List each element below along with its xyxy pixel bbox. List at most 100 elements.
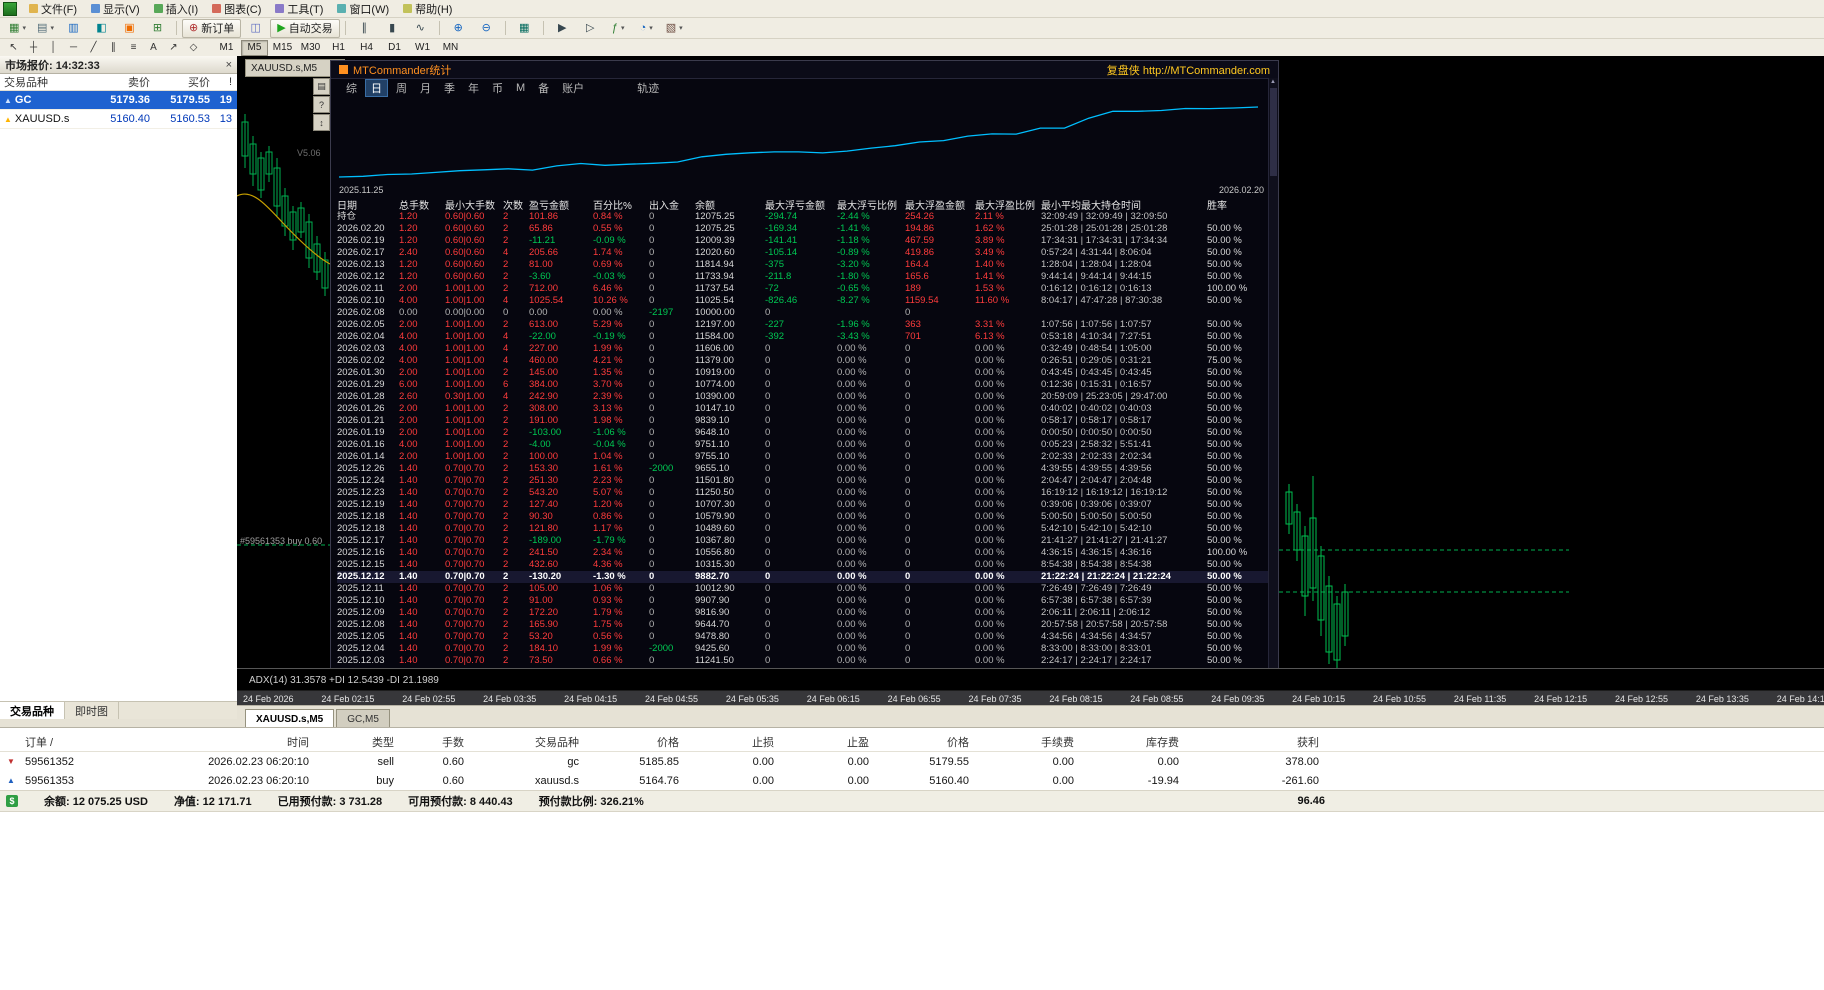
terminal-col-9[interactable]: 价格 <box>875 734 975 750</box>
stats-row[interactable]: 2025.12.03 1.40 0.70|0.70 2 73.50 0.66 % 0 1124… <box>337 655 1271 667</box>
terminal-col-6[interactable]: 价格 <box>585 734 685 750</box>
market-watch-tab-1[interactable]: 交易品种 <box>0 702 65 719</box>
chart-tab-2[interactable]: GC,M5 <box>336 709 390 728</box>
stats-site-link[interactable]: 复盘侠 http://MTCommander.com <box>1107 62 1270 78</box>
data-window-icon[interactable]: ◧ <box>88 19 115 38</box>
timeframe-h1[interactable]: H1 <box>325 40 352 56</box>
stats-col-header-9[interactable]: 最大浮亏金额 <box>765 197 837 212</box>
menu-item-2[interactable]: 显示(V) <box>85 0 146 18</box>
market-watch-col-3[interactable]: 买价 <box>155 74 215 90</box>
terminal-col-12[interactable]: 获利 <box>1185 734 1325 750</box>
terminal-col-10[interactable]: 手续费 <box>975 734 1080 750</box>
timeframe-m1[interactable]: M1 <box>213 40 240 56</box>
stats-row[interactable]: 2026.01.14 2.00 1.00|1.00 2 100.00 1.04 % 0 975… <box>337 451 1271 463</box>
terminal-col-5[interactable]: 交易品种 <box>470 734 585 750</box>
timeframe-m30[interactable]: M30 <box>297 40 324 56</box>
stats-col-header-3[interactable]: 最小大手数 <box>445 197 503 212</box>
timeframe-m5[interactable]: M5 <box>241 39 268 56</box>
stats-row[interactable]: 2026.02.11 2.00 1.00|1.00 2 712.00 6.46 % 0 117… <box>337 283 1271 295</box>
stats-col-header-10[interactable]: 最大浮亏比例 <box>837 197 905 212</box>
scroll-up-icon[interactable]: ▲ <box>1269 78 1277 87</box>
stats-row[interactable]: 2026.01.29 6.00 1.00|1.00 6 384.00 3.70 % 0 107… <box>337 379 1271 391</box>
stats-row[interactable]: 2025.12.26 1.40 0.70|0.70 2 153.30 1.61 % -200… <box>337 463 1271 475</box>
shapes-icon[interactable]: ◇ <box>184 40 203 55</box>
stats-tab-月[interactable]: 月 <box>415 80 436 96</box>
stats-row[interactable]: 2025.12.24 1.40 0.70|0.70 2 251.30 2.23 % 0 115… <box>337 475 1271 487</box>
terminal-col-3[interactable]: 类型 <box>315 734 400 750</box>
stats-row[interactable]: 2025.12.04 1.40 0.70|0.70 2 184.10 1.99 % -200… <box>337 643 1271 655</box>
stats-row[interactable]: 2026.01.19 2.00 1.00|1.00 2 -103.00 -1.06 % 0 9… <box>337 427 1271 439</box>
tile-windows-icon[interactable]: ▦ <box>511 19 538 38</box>
stats-col-header-13[interactable]: 最小平均最大持仓时间 <box>1041 197 1207 212</box>
crosshair-icon[interactable]: ┼ <box>24 40 43 55</box>
stats-row[interactable]: 2026.02.12 1.20 0.60|0.60 2 -3.60 -0.03 % 0 117… <box>337 271 1271 283</box>
terminal-icon[interactable]: ⊞ <box>144 19 171 38</box>
stats-tab-年[interactable]: 年 <box>463 80 484 96</box>
chart-tab-1[interactable]: XAUUSD.s,M5 <box>245 709 335 728</box>
menu-item-1[interactable]: 文件(F) <box>23 0 83 18</box>
stats-row[interactable]: 2025.12.15 1.40 0.70|0.70 2 432.60 4.36 % 0 103… <box>337 559 1271 571</box>
new-order-button[interactable]: ⊕ 新订单 <box>182 18 242 38</box>
stats-col-header-11[interactable]: 最大浮盈金额 <box>905 197 975 212</box>
text-icon[interactable]: A <box>144 40 163 55</box>
stats-row[interactable]: 2025.12.17 1.40 0.70|0.70 2 -189.00 -1.79 % 0 1… <box>337 535 1271 547</box>
stats-col-header-8[interactable]: 余额 <box>695 197 765 212</box>
stats-row[interactable]: 2025.12.11 1.40 0.70|0.70 2 105.00 1.06 % 0 100… <box>337 583 1271 595</box>
stats-col-header-1[interactable]: 日期 <box>337 197 399 212</box>
menu-item-6[interactable]: 窗口(W) <box>331 0 395 18</box>
chart-shift-icon[interactable]: ▷ <box>577 19 604 38</box>
terminal-col-7[interactable]: 止损 <box>685 734 780 750</box>
cursor-icon[interactable]: ↖ <box>4 40 23 55</box>
stats-tab-日[interactable]: 日 <box>365 78 388 97</box>
timeframe-w1[interactable]: W1 <box>409 40 436 56</box>
stats-col-header-6[interactable]: 百分比% <box>593 197 649 212</box>
terminal-col-4[interactable]: 手数 <box>400 734 470 750</box>
terminal-col-8[interactable]: 止盈 <box>780 734 875 750</box>
stats-row[interactable]: 2026.02.19 1.20 0.60|0.60 2 -11.21 -0.09 % 0 12… <box>337 235 1271 247</box>
market-row-gc[interactable]: ▲ GC 5179.36 5179.55 19 <box>0 91 237 110</box>
candlestick-icon[interactable]: ▮ <box>379 19 406 38</box>
stats-row[interactable]: 2026.02.05 2.00 1.00|1.00 2 613.00 5.29 % 0 121… <box>337 319 1271 331</box>
bar-chart-icon[interactable]: ∥ <box>351 19 378 38</box>
terminal-col-2[interactable]: 时间 <box>130 734 315 750</box>
stats-scrollbar-thumb[interactable] <box>1270 88 1277 176</box>
stats-scrollbar[interactable]: ▲ <box>1268 78 1278 669</box>
terminal-col-1[interactable]: 订单 / <box>22 734 130 750</box>
order-row-59561352[interactable]: ▼ 59561352 2026.02.23 06:20:10 sell 0.60 gc 51… <box>0 752 1824 771</box>
timeframe-h4[interactable]: H4 <box>353 40 380 56</box>
metaeditor-icon[interactable]: ◫ <box>242 19 269 38</box>
stats-row[interactable]: 2025.12.19 1.40 0.70|0.70 2 127.40 1.20 % 0 107… <box>337 499 1271 511</box>
stats-row[interactable]: 2025.12.08 1.40 0.70|0.70 2 165.90 1.75 % 0 964… <box>337 619 1271 631</box>
stats-title-bar[interactable]: MTCommander统计 复盘侠 http://MTCommander.com <box>331 61 1278 79</box>
stats-row[interactable]: 2025.12.05 1.40 0.70|0.70 2 53.20 0.56 % 0 9478… <box>337 631 1271 643</box>
profiles-icon[interactable]: ▤ ▾ <box>32 19 59 38</box>
line-chart-icon[interactable]: ∿ <box>407 19 434 38</box>
autotrading-button[interactable]: ▶ 自动交易 <box>270 18 340 38</box>
stats-tab-季[interactable]: 季 <box>439 80 460 96</box>
chart-side-button-2[interactable]: ? <box>313 96 330 113</box>
stats-col-header-7[interactable]: 出入金 <box>649 197 695 212</box>
vertical-line-icon[interactable]: │ <box>44 40 63 55</box>
market-watch-tab-2[interactable]: 即时图 <box>65 702 119 719</box>
channel-icon[interactable]: ∥ <box>104 40 123 55</box>
stats-row[interactable]: 2025.12.23 1.40 0.70|0.70 2 543.20 5.07 % 0 112… <box>337 487 1271 499</box>
new-chart-icon[interactable]: ▦ ▾ <box>4 19 31 38</box>
terminal-col-11[interactable]: 库存费 <box>1080 734 1185 750</box>
stats-row[interactable]: 2026.01.28 2.60 0.30|1.00 4 242.90 2.39 % 0 103… <box>337 391 1271 403</box>
stats-row[interactable]: 2026.02.17 2.40 0.60|0.60 4 205.66 1.74 % 0 120… <box>337 247 1271 259</box>
stats-col-header-4[interactable]: 次数 <box>503 197 529 212</box>
horizontal-line-icon[interactable]: ─ <box>64 40 83 55</box>
stats-row[interactable]: 2025.12.16 1.40 0.70|0.70 2 241.50 2.34 % 0 105… <box>337 547 1271 559</box>
stats-col-header-2[interactable]: 总手数 <box>399 197 445 212</box>
menu-item-5[interactable]: 工具(T) <box>269 0 329 18</box>
stats-tab-轨迹[interactable]: 轨迹 <box>632 80 664 96</box>
timeframe-mn[interactable]: MN <box>437 40 464 56</box>
arrows-icon[interactable]: ↗ <box>164 40 183 55</box>
timeframe-d1[interactable]: D1 <box>381 40 408 56</box>
stats-row[interactable]: 2025.12.12 1.40 0.70|0.70 2 -130.20 -1.30 % 0 9… <box>337 571 1271 583</box>
chart-side-button-3[interactable]: ↕ <box>313 114 330 131</box>
indicators-icon[interactable]: ƒ ▾ <box>605 19 632 38</box>
periods-icon[interactable]: ◔ ▾ <box>633 19 660 38</box>
stats-row[interactable]: 2026.02.10 4.00 1.00|1.00 4 1025.54 10.26 % 0 1… <box>337 295 1271 307</box>
stats-row[interactable]: 持仓 1.20 0.60|0.60 2 101.86 0.84 % 0 12075.25 -29… <box>337 211 1271 223</box>
